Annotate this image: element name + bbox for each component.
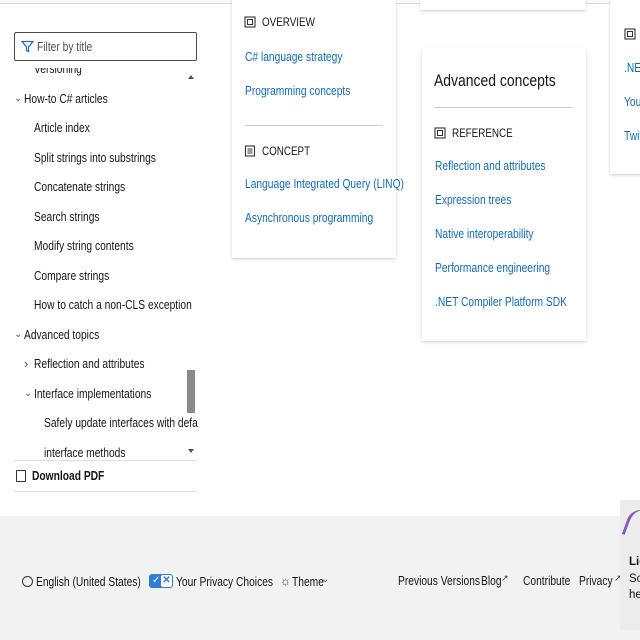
scroll-down-arrow-icon[interactable] — [188, 449, 194, 453]
card-top-sliver — [420, 0, 586, 10]
toc-item-label: Concatenate strings — [34, 180, 126, 194]
promo-swoosh-icon — [621, 505, 640, 545]
link-youtube[interactable]: YouT — [624, 95, 640, 113]
toc-item[interactable]: Concatenate strings — [14, 178, 186, 200]
toc-item-label: How-to C# articles — [24, 91, 108, 106]
promo-tile[interactable]: Lig Sc he — [620, 500, 640, 630]
pdf-icon — [16, 470, 26, 482]
chevron-right-icon: › — [24, 356, 29, 371]
toc-item-label: Search strings — [34, 209, 100, 224]
toc-item[interactable]: ⌄ Advanced topics — [14, 326, 186, 348]
privacy-choices-link[interactable]: ✓ ✕ Your Privacy Choices — [149, 574, 273, 592]
advanced-concepts-title: Advanced concepts — [434, 71, 556, 90]
toc-item-label: interface methods — [44, 445, 126, 460]
toc-item[interactable]: Search strings — [14, 208, 186, 230]
chevron-down-icon: ⌄ — [321, 574, 330, 585]
toc-item-label: Split strings into substrings — [34, 150, 156, 165]
link-programming-concepts[interactable]: Programming concepts — [245, 84, 374, 102]
toc-item-label: Versioning — [34, 68, 82, 76]
toc-item[interactable]: Versioning — [14, 68, 186, 82]
filter-placeholder: Filter by title — [37, 40, 93, 54]
link-compiler-sdk[interactable]: .NET Compiler Platform SDK — [435, 295, 596, 313]
toc-item-label: Reflection and attributes — [34, 357, 145, 371]
overview-label: OVERVIEW — [262, 15, 315, 29]
download-pdf-label: Download PDF — [32, 469, 105, 483]
concept-label: CONCEPT — [262, 144, 311, 158]
toc-item[interactable]: ⌄ Interface implementations — [14, 385, 186, 407]
chevron-down-icon: ⌄ — [14, 328, 23, 340]
promo-title: Lig — [629, 556, 640, 568]
contribute-label: Contribute — [523, 574, 571, 588]
divider — [434, 107, 573, 108]
community-card: .NET YouT Twit — [610, 0, 640, 174]
link-twitter[interactable]: Twit — [624, 129, 640, 147]
contribute-link[interactable]: Contribute — [523, 574, 581, 592]
divider — [14, 491, 197, 492]
link-reflection[interactable]: Reflection and attributes — [435, 159, 570, 177]
toc-item[interactable]: Split strings into substrings — [14, 149, 186, 171]
link-native-interop[interactable]: Native interoperability — [435, 227, 555, 245]
globe-icon — [22, 576, 33, 587]
privacy-label: Your Privacy Choices — [176, 575, 274, 589]
card-icon — [624, 28, 636, 40]
blog-label: Blog — [481, 574, 502, 588]
toc-item[interactable]: Compare strings — [14, 267, 186, 289]
chevron-down-icon: ⌄ — [24, 387, 33, 399]
toc-item[interactable]: interface methods — [14, 444, 186, 461]
filter-input[interactable]: Filter by title — [14, 32, 197, 61]
toc-item-label: Interface implementations — [34, 386, 152, 401]
privacy-link-label: Privacy — [579, 574, 613, 588]
divider — [14, 460, 197, 461]
toc-item[interactable]: How to catch a non-CLS exception — [14, 296, 192, 318]
blog-link[interactable]: Blog ↗ — [481, 573, 509, 592]
toc-item-label: How to catch a non-CLS exception — [34, 298, 192, 312]
theme-label: Theme — [292, 575, 324, 589]
scroll-up-arrow-icon[interactable] — [188, 75, 194, 79]
privacy-toggle-icon: ✓ ✕ — [149, 574, 173, 588]
scroll-thumb[interactable] — [187, 370, 195, 413]
toc-item[interactable]: Safely update interfaces with default — [14, 414, 198, 436]
advanced-concepts-card: Advanced concepts REFERENCE Reflection a… — [422, 47, 586, 341]
reference-icon — [434, 127, 446, 139]
link-linq[interactable]: Language Integrated Query (LINQ) — [245, 177, 439, 195]
concepts-card: OVERVIEW C# language strategy Programmin… — [232, 0, 404, 258]
concept-icon — [244, 145, 256, 157]
language-label: English (United States) — [36, 575, 141, 589]
toc-item-label: Article index — [34, 121, 90, 135]
external-link-icon: ↗ — [501, 573, 509, 583]
promo-line: Sc — [629, 573, 640, 585]
toc-item-label: Modify string contents — [34, 239, 134, 253]
overview-icon — [244, 16, 256, 28]
link-async-programming[interactable]: Asynchronous programming — [245, 211, 401, 229]
reference-label: REFERENCE — [452, 126, 513, 140]
previous-versions-label: Previous Versions — [398, 574, 481, 588]
toc-scrollbar[interactable] — [185, 71, 197, 459]
link-dotnet[interactable]: .NET — [624, 61, 640, 79]
promo-line: he — [629, 589, 640, 601]
divider — [245, 125, 383, 126]
chevron-down-icon: ⌄ — [14, 92, 23, 104]
toc-item-label: Advanced topics — [24, 327, 100, 342]
toc-item[interactable]: ⌄ How-to C# articles — [14, 90, 186, 112]
toc-item[interactable]: Article index — [14, 119, 186, 141]
toc-item-label: Compare strings — [34, 268, 110, 283]
sun-icon: ☼ — [280, 574, 291, 588]
toc-item[interactable]: Modify string contents — [14, 237, 186, 259]
link-performance[interactable]: Performance engineering — [435, 261, 575, 279]
link-expression-trees[interactable]: Expression trees — [435, 193, 528, 211]
filter-icon — [21, 40, 34, 53]
link-language-strategy[interactable]: C# language strategy — [245, 50, 364, 68]
toc-nav: Versioning ⌄ How-to C# articles Article ind… — [14, 68, 198, 460]
toc-item-label: Safely update interfaces with default — [44, 416, 198, 430]
toc-item[interactable]: › Reflection and attributes — [14, 355, 186, 377]
privacy-link[interactable]: Privacy ↗ — [579, 573, 622, 592]
